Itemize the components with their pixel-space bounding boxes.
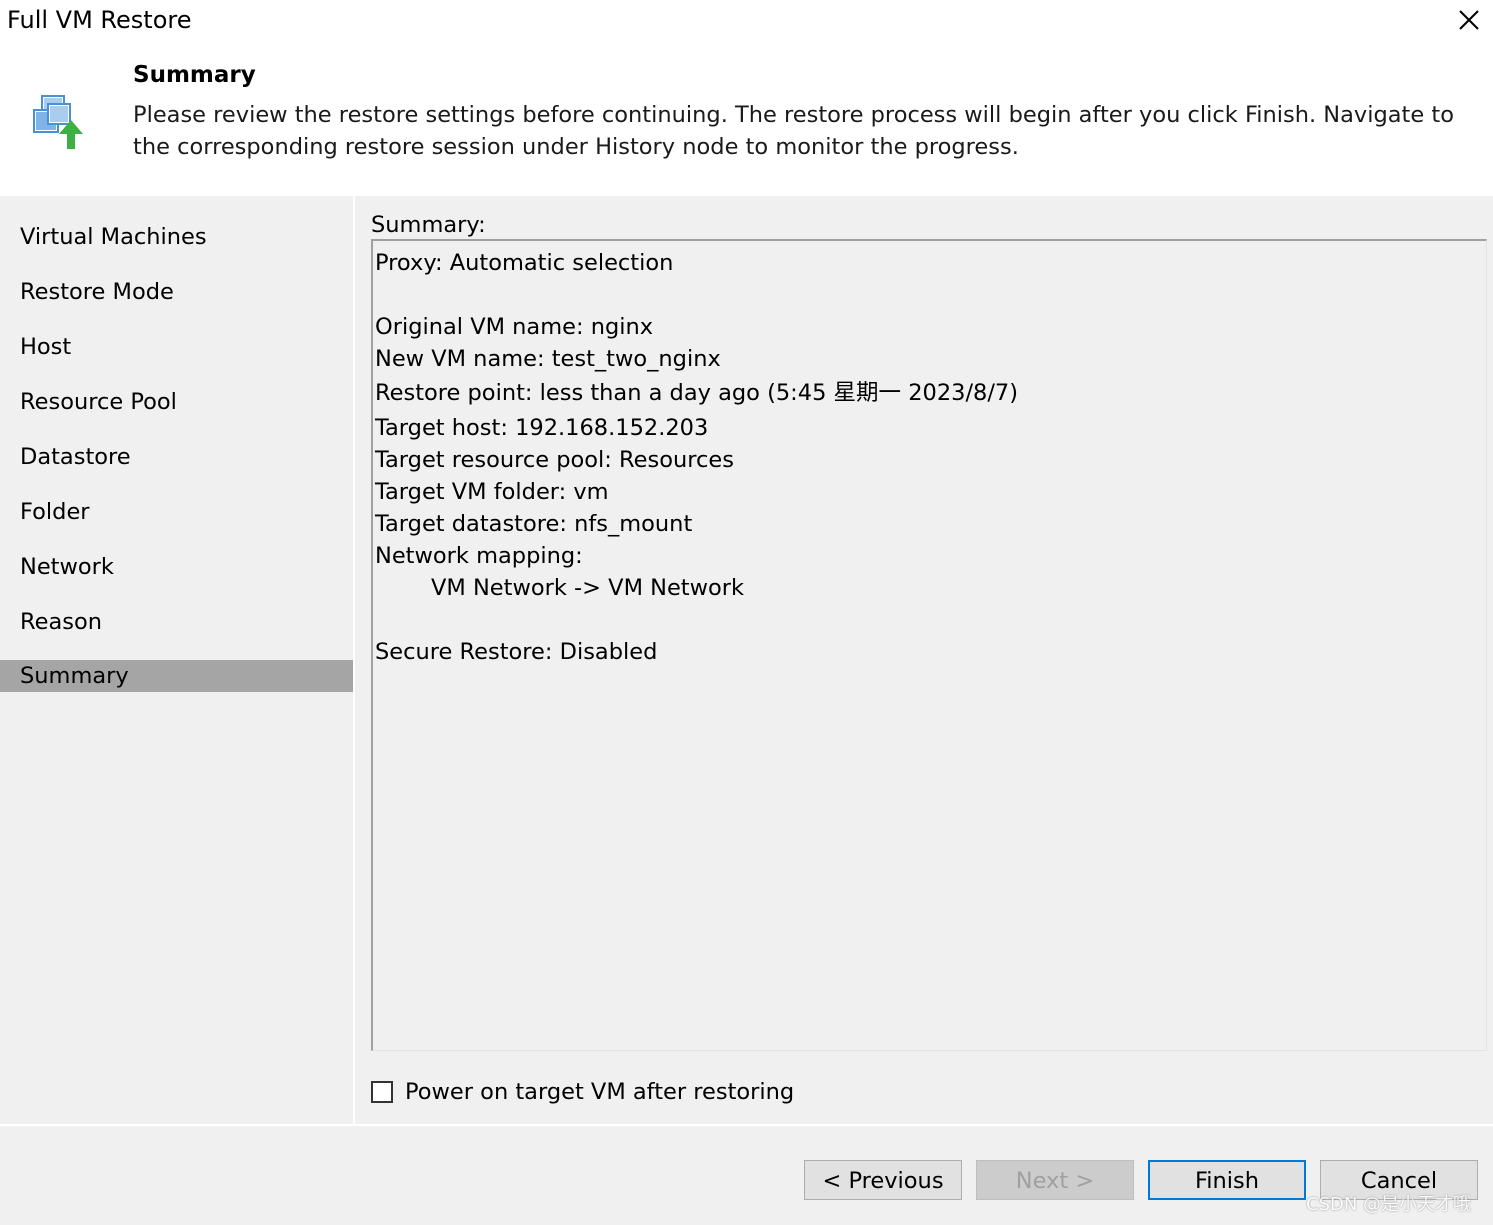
- step-virtual-machines[interactable]: Virtual Machines: [0, 221, 353, 253]
- vm-restore-icon: [30, 94, 86, 152]
- summary-label: Summary:: [371, 212, 486, 238]
- next-button: Next >: [976, 1160, 1134, 1200]
- step-resource-pool[interactable]: Resource Pool: [0, 386, 353, 418]
- previous-button[interactable]: < Previous: [804, 1160, 962, 1200]
- wizard-steps-sidebar: Virtual Machines Restore Mode Host Resou…: [0, 196, 353, 1124]
- summary-new-vm: New VM name: test_two_nginx: [375, 346, 721, 372]
- summary-blank-line: [375, 279, 1486, 311]
- summary-restore-point: Restore point: less than a day ago (5:45…: [375, 380, 1019, 406]
- summary-target-host: Target host: 192.168.152.203: [375, 415, 709, 441]
- summary-original-vm: Original VM name: nginx: [375, 314, 654, 340]
- summary-target-folder: Target VM folder: vm: [375, 479, 609, 505]
- close-button[interactable]: [1451, 2, 1487, 38]
- footer-separator: [0, 1124, 1493, 1126]
- summary-network-map-entry: VM Network -> VM Network: [431, 575, 745, 601]
- finish-button[interactable]: Finish: [1148, 1160, 1306, 1200]
- summary-target-datastore: Target datastore: nfs_mount: [375, 511, 693, 537]
- summary-proxy: Proxy: Automatic selection: [375, 250, 674, 276]
- summary-text-box[interactable]: Proxy: Automatic selection Original VM na…: [371, 239, 1487, 1051]
- step-datastore[interactable]: Datastore: [0, 441, 353, 473]
- csdn-watermark: CSDN @是小天才哦: [1306, 1194, 1472, 1215]
- summary-target-pool: Target resource pool: Resources: [375, 447, 734, 473]
- step-network[interactable]: Network: [0, 551, 353, 583]
- step-reason[interactable]: Reason: [0, 606, 353, 638]
- sidebar-divider: [353, 196, 355, 1124]
- power-on-checkbox[interactable]: [371, 1081, 393, 1103]
- summary-blank-line: [375, 604, 1486, 636]
- power-on-option[interactable]: Power on target VM after restoring: [371, 1076, 794, 1108]
- page-description: Please review the restore settings befor…: [133, 102, 1454, 160]
- power-on-label: Power on target VM after restoring: [405, 1079, 795, 1105]
- window-title: Full VM Restore: [7, 6, 192, 34]
- step-host[interactable]: Host: [0, 331, 353, 363]
- summary-network-mapping: Network mapping:: [375, 543, 583, 569]
- page-heading: Summary: [133, 62, 256, 88]
- full-vm-restore-window: Full VM Restore Summary Please review th…: [0, 0, 1493, 1225]
- close-icon: [1459, 10, 1479, 30]
- wizard-header: Full VM Restore Summary Please review th…: [0, 0, 1493, 196]
- step-restore-mode[interactable]: Restore Mode: [0, 276, 353, 308]
- summary-secure-restore: Secure Restore: Disabled: [375, 639, 658, 665]
- step-summary[interactable]: Summary: [0, 660, 353, 692]
- step-folder[interactable]: Folder: [0, 496, 353, 528]
